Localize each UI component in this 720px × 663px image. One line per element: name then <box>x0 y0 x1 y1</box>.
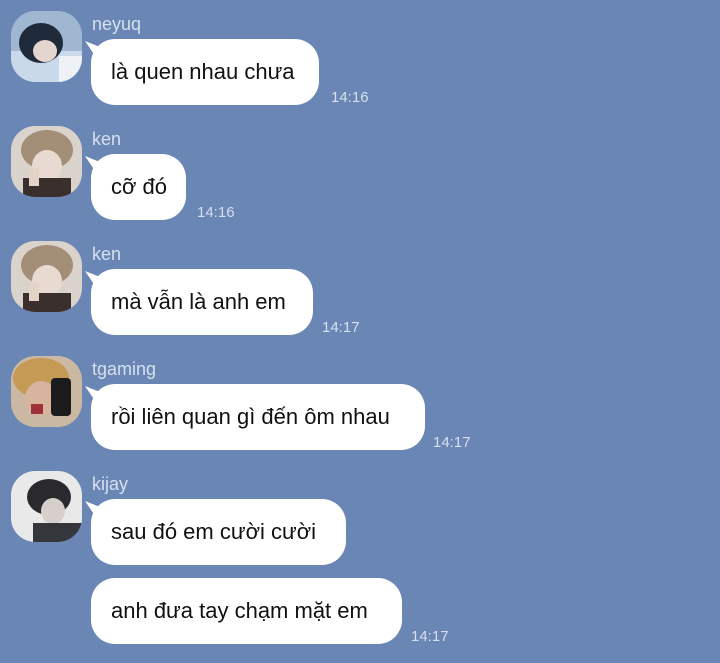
sender-name: kijay <box>92 474 129 494</box>
ken-avatar[interactable] <box>11 126 82 197</box>
message-text: mà vẫn là anh em <box>111 289 286 314</box>
message-time: 14:17 <box>433 434 471 451</box>
ken-avatar-image <box>11 126 82 197</box>
sender-name: tgaming <box>92 359 157 379</box>
message-time: 14:16 <box>331 89 369 106</box>
kijay-avatar[interactable] <box>11 471 82 542</box>
message-text: sau đó em cười cười <box>111 519 317 544</box>
message-bubble[interactable]: cỡ đó <box>91 154 186 220</box>
message-time: 14:16 <box>197 204 235 221</box>
message-time: 14:17 <box>411 628 449 645</box>
neyuq-avatar-image <box>11 11 82 82</box>
message-time: 14:17 <box>322 319 360 336</box>
message-bubble[interactable]: anh đưa tay chạm mặt em <box>91 578 402 644</box>
sender-name: ken <box>92 244 122 264</box>
kijay-avatar-image <box>11 471 82 542</box>
tgaming-avatar-image <box>11 356 82 427</box>
sender-name: ken <box>92 129 122 149</box>
neyuq-avatar[interactable] <box>11 11 82 82</box>
message-text: là quen nhau chưa <box>111 59 295 84</box>
ken-avatar[interactable] <box>11 241 82 312</box>
message-text: rồi liên quan gì đến ôm nhau <box>111 404 390 429</box>
message-text: cỡ đó <box>111 174 168 199</box>
chat-message-list[interactable]: neyuq là quen nhau chưa 14:16 ken cỡ đó … <box>0 0 720 663</box>
sender-name: neyuq <box>92 14 142 34</box>
ken-avatar-image <box>11 241 82 312</box>
message-bubble[interactable]: là quen nhau chưa <box>91 39 319 105</box>
message-bubble[interactable]: rồi liên quan gì đến ôm nhau <box>91 384 425 450</box>
message-bubble[interactable]: sau đó em cười cười <box>91 499 346 565</box>
tgaming-avatar[interactable] <box>11 356 82 427</box>
message-text: anh đưa tay chạm mặt em <box>111 598 368 623</box>
message-bubble[interactable]: mà vẫn là anh em <box>91 269 313 335</box>
